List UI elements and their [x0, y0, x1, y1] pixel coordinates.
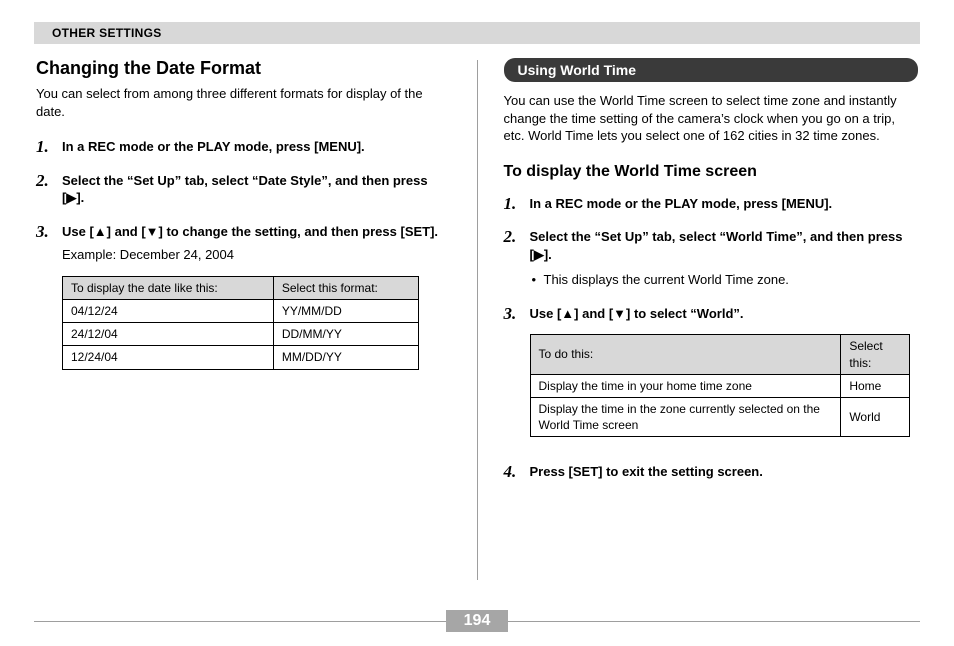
step-text: Select the “Set Up” tab, select “World T…	[530, 229, 903, 262]
footer-line-left	[34, 621, 446, 622]
table-row: 12/24/04 MM/DD/YY	[63, 346, 419, 369]
right-subheading: To display the World Time screen	[504, 163, 919, 181]
left-heading: Changing the Date Format	[36, 58, 451, 79]
right-intro: You can use the World Time screen to sel…	[504, 92, 919, 145]
left-step-1: In a REC mode or the PLAY mode, press [M…	[36, 138, 451, 156]
date-format-table: To display the date like this: Select th…	[62, 276, 419, 370]
table-header: To do this:	[530, 335, 841, 374]
table-header: To display the date like this:	[63, 276, 274, 299]
left-step-3: Use [▲] and [▼] to change the setting, a…	[36, 223, 451, 370]
table-header-row: To display the date like this: Select th…	[63, 276, 419, 299]
table-row: Display the time in the zone currently s…	[530, 397, 910, 436]
table-cell: Display the time in the zone currently s…	[530, 397, 841, 436]
step-bullet: This displays the current World Time zon…	[532, 271, 919, 289]
right-steps: In a REC mode or the PLAY mode, press [M…	[504, 195, 919, 481]
table-cell: Display the time in your home time zone	[530, 374, 841, 397]
content-columns: Changing the Date Format You can select …	[34, 58, 920, 580]
table-cell: MM/DD/YY	[273, 346, 419, 369]
left-column: Changing the Date Format You can select …	[36, 58, 451, 580]
right-column: Using World Time You can use the World T…	[504, 58, 919, 580]
table-cell: World	[841, 397, 910, 436]
section-header-bar: OTHER SETTINGS	[34, 22, 920, 44]
step-text: Use [▲] and [▼] to change the setting, a…	[62, 224, 438, 239]
left-steps: In a REC mode or the PLAY mode, press [M…	[36, 138, 451, 369]
right-step-3: Use [▲] and [▼] to select “World”. To do…	[504, 305, 919, 437]
table-cell: DD/MM/YY	[273, 323, 419, 346]
table-row: Display the time in your home time zone …	[530, 374, 910, 397]
right-step-4: Press [SET] to exit the setting screen.	[504, 463, 919, 481]
table-cell: 12/24/04	[63, 346, 274, 369]
step-note: Example: December 24, 2004	[62, 246, 451, 264]
step-text: In a REC mode or the PLAY mode, press [M…	[530, 196, 833, 211]
left-step-2: Select the “Set Up” tab, select “Date St…	[36, 172, 451, 207]
table-cell: Home	[841, 374, 910, 397]
table-header-row: To do this: Select this:	[530, 335, 910, 374]
page-footer: 194	[34, 610, 920, 632]
step-text: In a REC mode or the PLAY mode, press [M…	[62, 139, 365, 154]
right-step-1: In a REC mode or the PLAY mode, press [M…	[504, 195, 919, 213]
table-row: 24/12/04 DD/MM/YY	[63, 323, 419, 346]
footer-line-right	[508, 621, 920, 622]
table-cell: 24/12/04	[63, 323, 274, 346]
step-text: Use [▲] and [▼] to select “World”.	[530, 306, 744, 321]
world-time-table: To do this: Select this: Display the tim…	[530, 334, 911, 437]
section-header-text: OTHER SETTINGS	[52, 26, 162, 40]
pill-header: Using World Time	[504, 58, 919, 82]
right-step-2: Select the “Set Up” tab, select “World T…	[504, 228, 919, 289]
table-cell: YY/MM/DD	[273, 300, 419, 323]
page-number: 194	[446, 610, 509, 632]
table-row: 04/12/24 YY/MM/DD	[63, 300, 419, 323]
table-header: Select this:	[841, 335, 910, 374]
left-intro: You can select from among three differen…	[36, 85, 451, 120]
step-text: Select the “Set Up” tab, select “Date St…	[62, 173, 428, 206]
step-text: Press [SET] to exit the setting screen.	[530, 464, 763, 479]
table-cell: 04/12/24	[63, 300, 274, 323]
table-header: Select this format:	[273, 276, 419, 299]
column-divider	[477, 60, 478, 580]
